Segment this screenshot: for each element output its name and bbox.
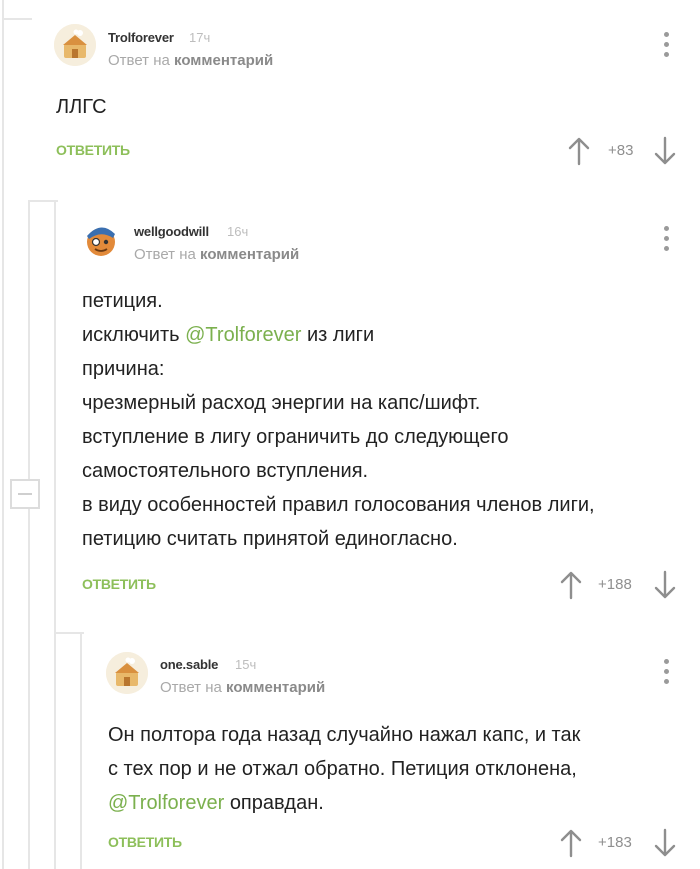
reply-button[interactable]: ОТВЕТИТЬ	[108, 834, 182, 850]
comment-text: петиция. исключить @Trolforever из лиги …	[82, 284, 595, 556]
reply-to-line: Ответ на комментарий	[108, 52, 273, 69]
reply-link[interactable]: комментарий	[174, 52, 273, 69]
reply-prefix: Ответ на	[134, 246, 196, 263]
arrow-down-icon[interactable]	[654, 570, 676, 600]
comment-text: ЛЛГС	[56, 90, 107, 124]
arrow-down-icon[interactable]	[654, 136, 676, 166]
comment-text: Он полтора года назад случайно нажал кап…	[108, 718, 580, 820]
kebab-menu-icon[interactable]	[662, 32, 670, 62]
vote-score: +183	[598, 834, 632, 851]
kebab-menu-icon[interactable]	[662, 226, 670, 256]
text-fragment: оправдан.	[229, 792, 324, 814]
text-line: исключить @Trolforever из лиги	[82, 318, 595, 352]
text-fragment: из лиги	[306, 324, 375, 346]
arrow-up-icon[interactable]	[560, 828, 582, 858]
vote-score: +188	[598, 576, 632, 593]
thread-connector-1	[2, 18, 32, 20]
reply-prefix: Ответ на	[108, 52, 170, 69]
text-line: вступление в лигу ограничить до следующе…	[82, 426, 509, 448]
reply-button[interactable]: ОТВЕТИТЬ	[56, 142, 130, 158]
thread-line-root	[2, 0, 4, 869]
user-mention-link[interactable]: @Trolforever	[108, 792, 224, 814]
thread-line-level2	[54, 200, 56, 869]
text-line: в виду особенностей правил голосования ч…	[82, 494, 595, 516]
arrow-down-icon[interactable]	[654, 828, 676, 858]
thread-line-level3	[80, 632, 82, 869]
avatar[interactable]	[106, 652, 148, 694]
reply-link[interactable]: комментарий	[226, 679, 325, 696]
text-line: @Trolforever оправдан.	[108, 786, 580, 820]
text-line: ЛЛГС	[56, 96, 107, 118]
text-line: Он полтора года назад случайно нажал кап…	[108, 724, 581, 746]
text-line: чрезмерный расход энергии на капс/шифт.	[82, 392, 481, 414]
reply-link[interactable]: комментарий	[200, 246, 299, 263]
reply-to-line: Ответ на комментарий	[160, 679, 325, 696]
username[interactable]: Trolforever	[108, 30, 174, 45]
timestamp: 16ч	[227, 224, 249, 239]
text-line: с тех пор и не отжал обратно. Петиция от…	[108, 758, 577, 780]
reply-to-line: Ответ на комментарий	[134, 246, 299, 263]
avatar[interactable]	[54, 24, 96, 66]
text-line: петицию считать принятой единогласно.	[82, 528, 458, 550]
text-line: петиция.	[82, 290, 163, 312]
kebab-menu-icon[interactable]	[662, 659, 670, 689]
username[interactable]: one.sable	[160, 657, 218, 672]
arrow-up-icon[interactable]	[560, 570, 582, 600]
user-mention-link[interactable]: @Trolforever	[185, 324, 301, 346]
vote-score: +83	[608, 142, 634, 159]
text-line: причина:	[82, 358, 165, 380]
arrow-up-icon[interactable]	[568, 136, 590, 166]
timestamp: 17ч	[189, 30, 211, 45]
reply-button[interactable]: ОТВЕТИТЬ	[82, 576, 156, 592]
minus-icon	[18, 493, 32, 495]
text-fragment: исключить	[82, 324, 180, 346]
text-line: самостоятельного вступления.	[82, 460, 369, 482]
reply-prefix: Ответ на	[160, 679, 222, 696]
thread-line-level1	[28, 200, 30, 869]
collapse-thread-button[interactable]	[10, 479, 40, 509]
timestamp: 15ч	[235, 657, 257, 672]
username[interactable]: wellgoodwill	[134, 224, 209, 239]
avatar[interactable]	[80, 218, 122, 260]
